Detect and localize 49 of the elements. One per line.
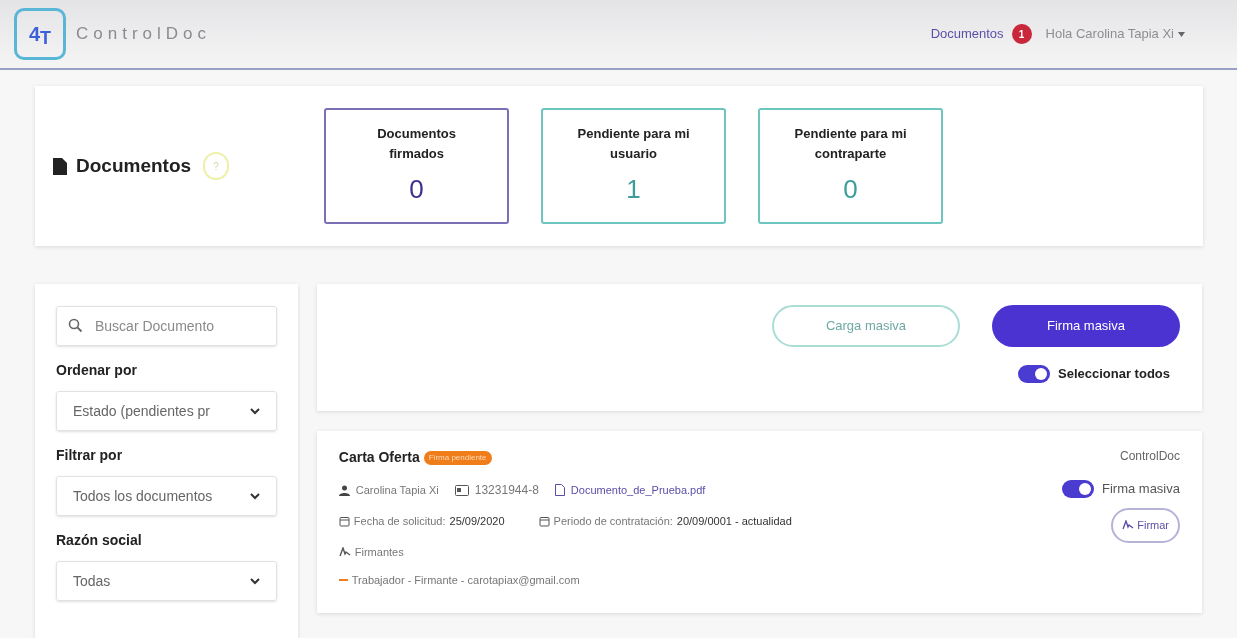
stat-value: 1 [626,173,641,206]
calendar-icon [338,515,350,527]
sign-button[interactable]: Firmar [1111,507,1180,543]
chevron-down-icon [249,491,260,501]
request-date: 25/09/2020 [449,514,505,529]
signature-icon [1122,520,1135,530]
period-value: 20/09/0001 - actualidad [676,514,792,529]
id-number: 13231944-8 [474,482,539,499]
status-badge: Firma pendiente [423,450,492,465]
stat-value: 0 [843,173,858,206]
dropdown[interactable]: Todos los documentos [56,476,277,516]
stat-label: Documentos firmados [376,125,457,163]
chevron-down-icon [249,406,260,416]
signer-entry: Trabajador - Firmante - carotapiax@gmail.com [351,573,580,588]
brand-name: ControlDoc [76,23,212,46]
stat-label: Pendiente para mi contraparte [793,125,908,163]
signer-dash-icon [338,579,348,582]
search-field[interactable]: Buscar Documento [56,306,277,346]
toggle-label: Seleccionar todos [1058,365,1170,383]
user-icon [338,484,350,496]
filter-label: Filtrar por [56,446,124,465]
toggle-label: Firma masiva [1102,480,1180,498]
id-card-icon [454,484,469,496]
request-date-label: Fecha de solicitud: [353,514,446,529]
signers-label: Firmantes [354,544,404,560]
company-name: ControlDoc [1119,448,1180,465]
file-link[interactable]: Documento_de_Prueba.pdf [570,481,706,499]
bulk-sign-button[interactable]: Firma masiva [992,305,1180,347]
document-title: Carta Oferta [338,448,420,467]
document-icon [53,157,67,175]
signature-icon [338,546,351,557]
dropdown[interactable]: Estado (pendientes pr [56,391,277,431]
page-title: Documentos [76,153,192,178]
stat-value: 0 [409,173,424,206]
notification-badge: 1 [1011,24,1032,44]
filter-label: Razón social [56,531,143,550]
search-icon [68,318,83,333]
documents-link[interactable]: Documentos [930,24,1004,44]
caret-icon [1178,31,1185,37]
toggle-switch[interactable] [1018,364,1050,383]
person-name: Carolina Tapia Xi [355,482,439,498]
filter-label: Ordenar por [56,361,138,380]
file-icon [554,484,565,496]
calendar-icon [538,515,550,527]
dropdown[interactable]: Todas [56,561,277,601]
chevron-down-icon [249,576,260,586]
stat-label: Pendiente para mi usuario [576,125,691,163]
toggle-switch[interactable] [1062,479,1094,498]
period-label: Periodo de contratación: [553,514,673,529]
